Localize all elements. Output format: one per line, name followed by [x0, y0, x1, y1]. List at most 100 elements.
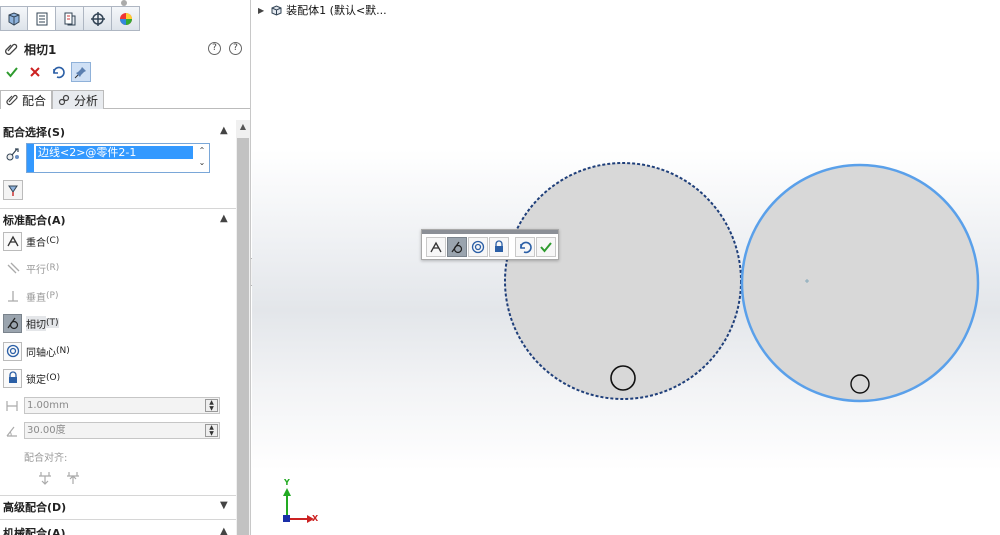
action-buttons: [2, 62, 94, 82]
tab-property-manager[interactable]: [28, 6, 56, 31]
flip-alignment-button[interactable]: [515, 237, 535, 257]
analysis-link-icon: [58, 94, 70, 106]
mate-shortcut: (C): [46, 236, 60, 246]
angle-value: 30.00度: [27, 425, 66, 436]
coincident-icon: [430, 241, 442, 253]
concentric-icon: [3, 341, 22, 361]
mate-paperclip-icon: [6, 94, 18, 106]
mate-option-concentric[interactable]: 同轴心 (N): [3, 341, 70, 361]
mate-paperclip-icon: [5, 43, 18, 55]
help-icon[interactable]: ?: [208, 42, 221, 55]
lock-icon: [495, 240, 503, 252]
selection-color-bar: [27, 144, 34, 172]
model-viewport[interactable]: [252, 0, 1000, 535]
aligned-icon[interactable]: [37, 470, 53, 486]
toolbar-grip[interactable]: [422, 230, 558, 234]
page-title: 相切1: [24, 42, 57, 57]
mate-context-toolbar: [421, 229, 559, 260]
group-title: 配合选择(S): [3, 126, 65, 139]
chevron-down-icon[interactable]: ▼: [220, 501, 230, 511]
mate-shortcut: (O): [46, 373, 61, 383]
list-item[interactable]: 边线<2>@零件2-1: [36, 146, 193, 159]
mate-label: 同轴心: [26, 347, 56, 359]
property-manager-icon: [36, 12, 47, 25]
cancel-button[interactable]: [25, 62, 45, 82]
configuration-manager-icon: [64, 12, 75, 25]
perpendicular-icon: [3, 287, 22, 306]
divider: [0, 519, 236, 520]
graphics-area[interactable]: Y X ▶ 装配体1 (默认<默...: [252, 0, 1000, 535]
tab-feature-manager[interactable]: [0, 6, 28, 31]
feature-tree-flyout[interactable]: ▶ 装配体1 (默认<默...: [258, 3, 387, 17]
pushpin-icon: [74, 67, 86, 79]
help-topic-icon[interactable]: ?: [229, 42, 242, 55]
distance-spinner[interactable]: ▲ ▼: [205, 399, 218, 412]
advanced-mates-header[interactable]: 高级配合(D) ▼: [0, 497, 236, 517]
scrollbar-thumb[interactable]: [237, 138, 249, 535]
mate-label: 重合: [26, 237, 46, 249]
tangent-button[interactable]: [447, 237, 467, 257]
chevron-up-icon[interactable]: ▲: [220, 214, 230, 224]
distance-field[interactable]: 1.00mm ▲ ▼: [24, 397, 220, 414]
mate-option-coincident[interactable]: 重合 (C): [3, 231, 59, 251]
property-manager-panel: 相切1 ? ? 配合 分析 配合选择(S) ▲ 边线<2>@零件2-1 ⌃ ⌄ …: [0, 0, 251, 535]
keep-visible-pin-button[interactable]: [71, 62, 91, 82]
triad-y-label: Y: [284, 478, 290, 487]
mate-option-lock[interactable]: 锁定 (O): [3, 368, 60, 388]
chevron-up-icon[interactable]: ▲: [220, 126, 230, 136]
undo-button[interactable]: [48, 62, 68, 82]
display-manager-icon: [119, 12, 132, 25]
list-scroll-arrows[interactable]: ⌃ ⌄: [196, 145, 208, 171]
mechanical-mates-header[interactable]: 机械配合(A) ▲: [0, 523, 236, 535]
dimxpert-icon: [90, 11, 105, 26]
mate-option-perpendicular[interactable]: 垂直 (P): [3, 286, 58, 306]
standard-mates-header[interactable]: 标准配合(A) ▲: [0, 210, 236, 230]
tab-dimxpert-manager[interactable]: [84, 6, 112, 31]
tab-mates[interactable]: 配合: [0, 90, 53, 109]
subtab-bar: 配合 分析: [0, 90, 250, 109]
mate-label: 相切: [26, 315, 46, 331]
mate-option-parallel[interactable]: 平行 (R): [3, 258, 59, 278]
part-1-circle[interactable]: [504, 162, 742, 400]
tangent-icon: [451, 241, 463, 254]
add-mate-ok-button[interactable]: [536, 237, 556, 257]
mate-shortcut: (N): [56, 346, 70, 356]
solidworks-window: 相切1 ? ? 配合 分析 配合选择(S) ▲ 边线<2>@零件2-1 ⌃ ⌄ …: [0, 0, 1000, 535]
lock-icon: [3, 368, 22, 388]
mate-option-tangent[interactable]: 相切 (T): [3, 313, 59, 333]
mate-entities-icon: [6, 148, 19, 161]
angle-spinner[interactable]: ▲ ▼: [205, 424, 218, 437]
mate-selection-list[interactable]: 边线<2>@零件2-1 ⌃ ⌄: [26, 143, 210, 173]
lock-button[interactable]: [489, 237, 509, 257]
chevron-up-icon[interactable]: ▲: [220, 527, 230, 535]
coordinate-triad: [283, 488, 314, 523]
expand-caret-icon[interactable]: ▶: [258, 6, 264, 15]
distance-value: 1.00mm: [27, 400, 69, 411]
ok-button[interactable]: [2, 62, 22, 82]
triad-x-label: X: [312, 514, 319, 523]
mate-selections-header[interactable]: 配合选择(S) ▲: [0, 122, 236, 142]
angle-field[interactable]: 30.00度 ▲ ▼: [24, 422, 220, 439]
coincident-icon: [3, 231, 22, 251]
group-title: 标准配合(A): [3, 214, 66, 227]
angle-icon: [6, 426, 17, 437]
ok-checkmark-icon: [6, 67, 18, 78]
part-2-circle[interactable]: [740, 163, 980, 403]
tab-analysis[interactable]: 分析: [52, 90, 105, 109]
assembly-name[interactable]: 装配体1 (默认<默...: [286, 2, 387, 18]
anti-aligned-icon[interactable]: [65, 470, 81, 486]
scroll-up-arrow[interactable]: ▲: [236, 122, 250, 134]
feature-manager-icon: [8, 11, 20, 26]
divider: [0, 495, 236, 496]
tab-configuration-manager[interactable]: [56, 6, 84, 31]
undo-icon: [53, 66, 65, 79]
selection-filter-button[interactable]: [3, 180, 23, 200]
coincident-button[interactable]: [426, 237, 446, 257]
cancel-x-icon: [30, 67, 40, 77]
panel-scrollbar[interactable]: ▲: [236, 120, 250, 535]
concentric-button[interactable]: [468, 237, 488, 257]
mate-shortcut: (T): [46, 318, 59, 328]
toolbar-buttons: [426, 237, 557, 257]
concentric-icon: [471, 240, 485, 254]
tab-display-manager[interactable]: [112, 6, 140, 31]
